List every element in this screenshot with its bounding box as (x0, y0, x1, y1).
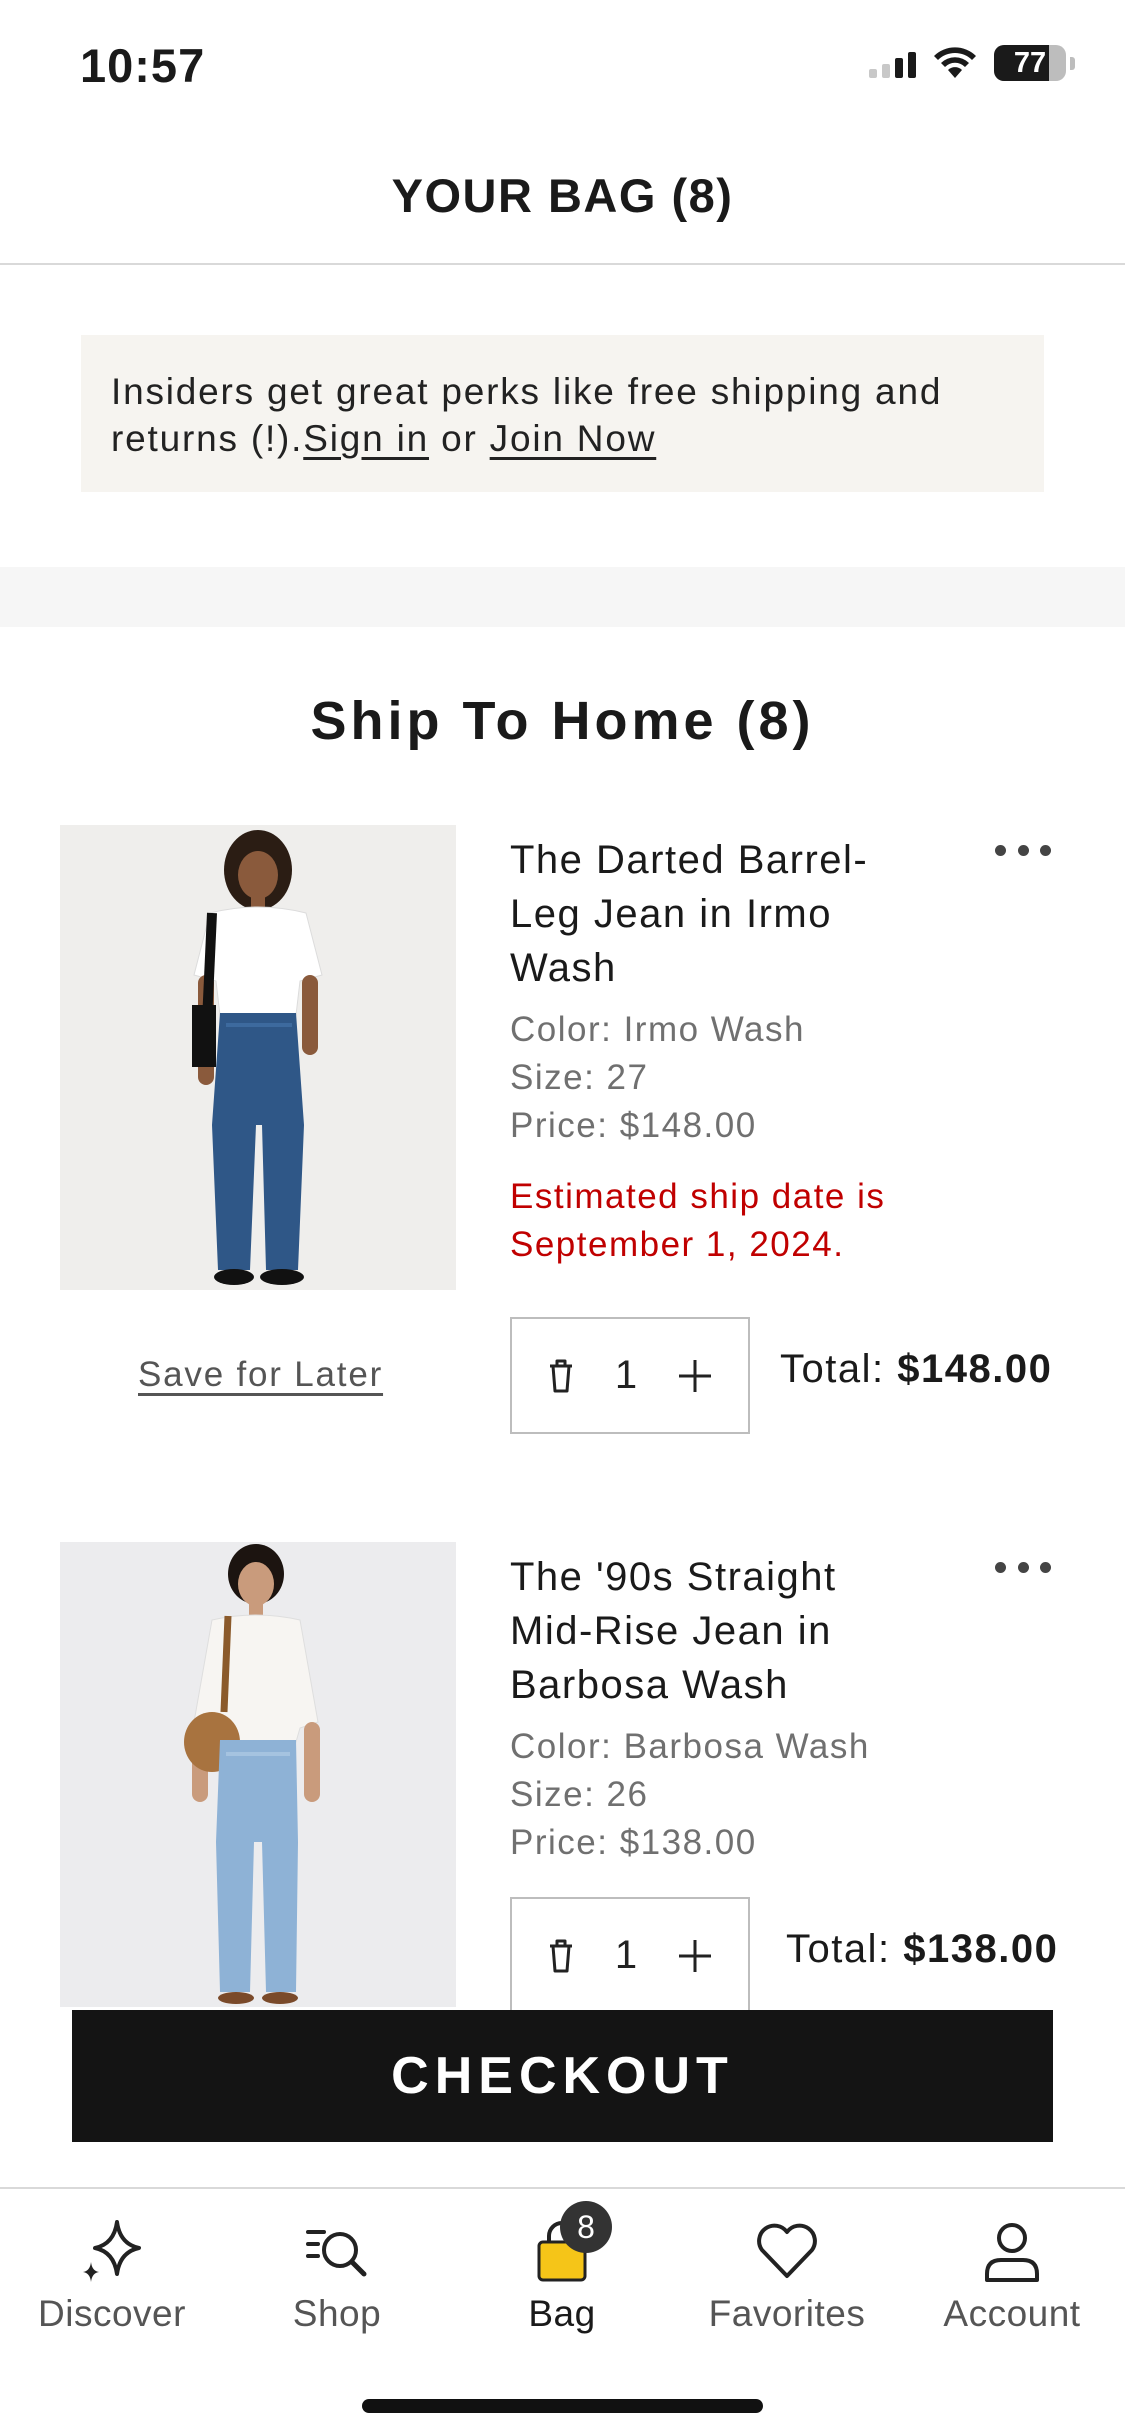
checkout-button[interactable]: CHECKOUT (72, 2010, 1053, 2142)
quantity-stepper: 1 (510, 1317, 750, 1434)
product-name[interactable]: The Darted Barrel-Leg Jean in Irmo Wash (510, 833, 930, 995)
status-bar: 10:57 77 (0, 0, 1125, 135)
product-name[interactable]: The '90s Straight Mid-Rise Jean in Barbo… (510, 1550, 930, 1712)
battery-percent: 77 (1013, 47, 1047, 79)
tab-bag[interactable]: 8 Bag (462, 2201, 662, 2351)
item-total: Total: $148.00 (780, 1347, 1052, 1392)
header-divider (0, 263, 1125, 265)
bag-icon: 8 (522, 2201, 612, 2291)
tab-discover[interactable]: Discover (12, 2211, 212, 2351)
tab-label: Account (943, 2293, 1081, 2334)
total-value: $148.00 (897, 1347, 1053, 1391)
total-label: Total: (780, 1347, 898, 1391)
product-image[interactable] (60, 1542, 456, 2007)
product-image[interactable] (60, 825, 456, 1290)
home-indicator (362, 2399, 763, 2413)
trash-icon[interactable] (546, 1937, 576, 1975)
wifi-icon (934, 47, 976, 78)
product-size: Size: 27 (510, 1058, 649, 1097)
sparkle-icon (72, 2211, 152, 2291)
product-color: Color: Irmo Wash (510, 1010, 805, 1049)
more-options-icon[interactable] (995, 1562, 1051, 1576)
bag-count-badge: 8 (560, 2201, 612, 2253)
person-icon (972, 2211, 1052, 2291)
item-total: Total: $138.00 (786, 1927, 1058, 1972)
battery-nub (1070, 56, 1075, 70)
tab-label: Favorites (708, 2293, 866, 2334)
more-options-icon[interactable] (995, 845, 1051, 859)
total-value: $138.00 (903, 1927, 1059, 1971)
search-list-icon (297, 2211, 377, 2291)
sign-in-link[interactable]: Sign in (303, 418, 429, 459)
quantity-value: 1 (614, 1353, 638, 1397)
banner-or: or (428, 418, 490, 459)
ship-date-notice: Estimated ship date is September 1, 2024… (510, 1177, 886, 1264)
heart-icon (747, 2211, 827, 2291)
tab-bar: Discover Shop 8 Bag Favorites Account (0, 2187, 1125, 2436)
product-size: Size: 26 (510, 1775, 649, 1814)
tab-favorites[interactable]: Favorites (687, 2211, 887, 2351)
cellular-signal-icon (869, 48, 916, 78)
status-time: 10:57 (80, 39, 206, 92)
join-now-link[interactable]: Join Now (490, 418, 657, 459)
status-icons: 77 (869, 45, 1075, 81)
section-title: Ship To Home (8) (310, 691, 815, 751)
quantity-stepper: 1 (510, 1897, 750, 2014)
battery-icon: 77 (994, 45, 1066, 81)
tab-label: Bag (528, 2293, 596, 2334)
product-price: Price: $148.00 (510, 1106, 757, 1145)
plus-icon[interactable] (676, 1357, 714, 1395)
tab-account[interactable]: Account (912, 2211, 1112, 2351)
tab-label: Discover (38, 2293, 186, 2334)
tab-shop[interactable]: Shop (237, 2211, 437, 2351)
insider-banner: Insiders get great perks like free shipp… (81, 335, 1044, 492)
product-color: Color: Barbosa Wash (510, 1727, 870, 1766)
total-label: Total: (786, 1927, 904, 1971)
trash-icon[interactable] (546, 1357, 576, 1395)
tab-label: Shop (292, 2293, 382, 2334)
product-price: Price: $138.00 (510, 1823, 757, 1862)
section-divider (0, 567, 1125, 627)
page-title: YOUR BAG (8) (391, 169, 734, 222)
save-for-later-link[interactable]: Save for Later (138, 1355, 383, 1395)
quantity-value: 1 (614, 1933, 638, 1977)
plus-icon[interactable] (676, 1937, 714, 1975)
